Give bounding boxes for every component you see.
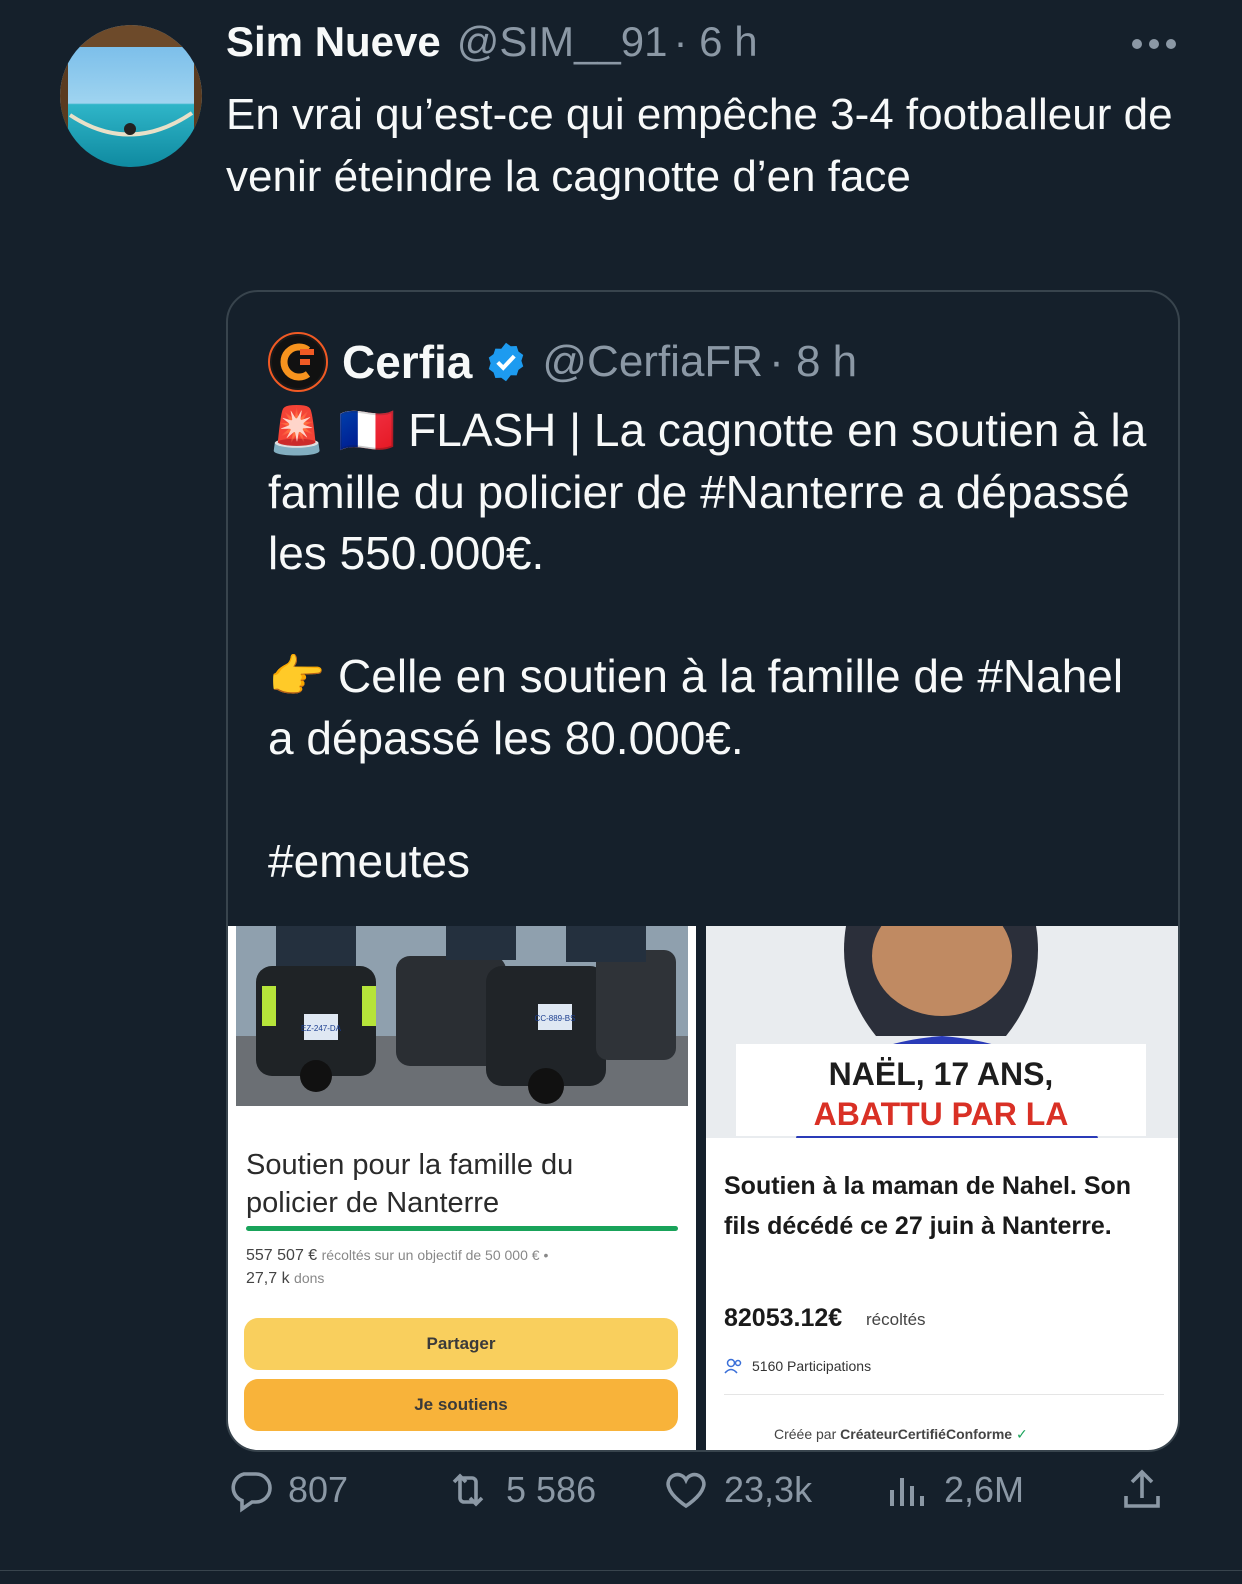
quote-media[interactable]: EZ-247-DA CC-889-BS Soutien pour la fami… <box>228 926 1178 1450</box>
plate-2: CC-889-BS <box>535 1014 576 1023</box>
police-motorcycles-photo: EZ-247-DA CC-889-BS <box>236 926 688 1106</box>
quote-time: · 8 h <box>769 337 858 386</box>
author-name[interactable]: Sim Nueve <box>226 18 441 66</box>
tweet-header: Sim Nueve @SIM__91 · 6 h <box>226 18 758 78</box>
creator-prefix: Créée par <box>774 1426 837 1442</box>
reply-button[interactable]: 807 <box>226 1466 348 1514</box>
banner-line-1: NAËL, 17 ANS, <box>828 1056 1054 1092</box>
heart-icon <box>666 1472 706 1509</box>
retweet-count: 5 586 <box>506 1469 597 1510</box>
plate-1: EZ-247-DA <box>301 1024 342 1033</box>
divider <box>0 1570 1242 1571</box>
amount-label: récoltés <box>866 1310 926 1329</box>
share-icon <box>1124 1469 1160 1508</box>
support-button[interactable]: Je soutiens <box>244 1379 678 1431</box>
reply-icon <box>231 1472 272 1513</box>
tweet-text: En vrai qu’est-ce qui empêche 3-4 footba… <box>226 90 1173 201</box>
like-button[interactable]: 23,3k <box>662 1466 812 1514</box>
tweet-avatar[interactable] <box>60 25 202 167</box>
like-count: 23,3k <box>724 1469 813 1510</box>
quoted-tweet[interactable]: Cerfia @CerfiaFR · 8 h 🚨 🇫🇷 FLASH | La c… <box>226 290 1180 1452</box>
quote-hashtag[interactable]: #emeutes <box>268 831 1148 893</box>
participations: 5160 Participations <box>724 1358 871 1374</box>
tweet-actions: 807 5 586 23,3k 2,6M <box>226 1466 1176 1526</box>
progress-bar <box>246 1226 678 1231</box>
author-handle[interactable]: @SIM__91 <box>457 18 668 66</box>
amount-raised: 557 507 € <box>246 1247 318 1264</box>
views-button[interactable]: 2,6M <box>882 1466 1024 1514</box>
view-count: 2,6M <box>944 1469 1025 1510</box>
retweet-button[interactable]: 5 586 <box>444 1466 596 1514</box>
quote-text: 🚨 🇫🇷 FLASH | La cagnotte en soutien à la… <box>268 400 1148 892</box>
quote-header: Cerfia @CerfiaFR · 8 h <box>268 330 857 394</box>
fundraiser-title: Soutien à la maman de Nahel. Son fils dé… <box>724 1172 1132 1240</box>
share-button[interactable]: Partager <box>244 1318 678 1370</box>
reply-count: 807 <box>288 1469 349 1510</box>
amount-description: récoltés sur un objectif de 50 000 € • <box>321 1247 549 1263</box>
quote-paragraph-2: 👉 Celle en soutien à la famille de #Nahe… <box>268 650 1124 764</box>
more-options-icon[interactable] <box>1132 34 1176 54</box>
media-image-nahel-fundraiser[interactable]: NAËL, 17 ANS, ABATTU PAR LA Soutien à la… <box>706 926 1178 1450</box>
banner-line-2: ABATTU PAR LA <box>813 1096 1069 1132</box>
donation-label: dons <box>294 1270 325 1286</box>
analytics-icon <box>890 1478 924 1506</box>
divider <box>724 1394 1164 1395</box>
retweet-icon <box>452 1473 484 1507</box>
fundraiser-title: Soutien pour la famille du policier de N… <box>246 1149 574 1219</box>
media-image-police-fundraiser[interactable]: EZ-247-DA CC-889-BS Soutien pour la fami… <box>228 926 696 1450</box>
donation-count: 27,7 k <box>246 1270 290 1287</box>
participations-count: 5160 Participations <box>752 1358 872 1374</box>
quote-paragraph-1: 🚨 🇫🇷 FLASH | La cagnotte en soutien à la… <box>268 404 1147 579</box>
people-icon <box>724 1358 742 1374</box>
creator-line: Créée par CréateurCertifiéConforme ✓ <box>774 1426 1028 1443</box>
check-icon: ✓ <box>1015 1426 1028 1442</box>
cerfia-logo[interactable] <box>268 332 328 392</box>
creator-name[interactable]: CréateurCertifiéConforme <box>840 1426 1012 1442</box>
quote-author-name[interactable]: Cerfia <box>342 335 472 389</box>
verified-badge-icon <box>489 342 524 382</box>
fundraiser-stats: 557 507 € récoltés sur un objectif de 50… <box>246 1244 548 1290</box>
tweet-time[interactable]: · 6 h <box>674 18 758 66</box>
share-tweet-button[interactable] <box>1118 1466 1180 1514</box>
quote-author-handle[interactable]: @CerfiaFR <box>542 337 763 387</box>
amount-raised: 82053.12€ <box>724 1304 843 1332</box>
photo-caption-banner: NAËL, 17 ANS, ABATTU PAR LA <box>736 1044 1146 1136</box>
